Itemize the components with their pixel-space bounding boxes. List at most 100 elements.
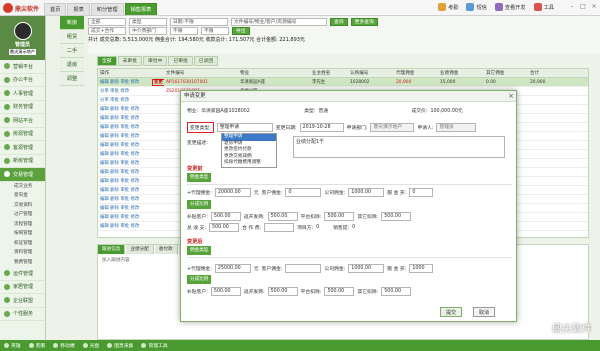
cell-op[interactable]: 编辑 删除 审批 修改 [98, 114, 150, 122]
after-other-fee[interactable]: 1000 [409, 264, 434, 273]
cell-flag[interactable] [150, 186, 164, 194]
subnav-refund[interactable]: 退房 [60, 58, 84, 72]
cell-flag[interactable] [150, 159, 164, 167]
tab-payments[interactable]: 收付款 [154, 245, 178, 254]
before-total[interactable]: 500.00 [209, 223, 240, 232]
date-select[interactable]: 日期:不限 [170, 18, 228, 26]
cell-flag[interactable] [150, 213, 164, 221]
before-coop[interactable] [264, 223, 295, 232]
sidebar-item-custom[interactable]: 个性服务 [0, 308, 45, 321]
sidebar-item-clients[interactable]: 客源管理 [0, 141, 45, 155]
after-company-fee[interactable]: 1000.00 [348, 264, 385, 273]
cell-op[interactable]: 编辑 删除 审批 修改 [98, 222, 150, 230]
sidebar-sub-tax[interactable]: 税费管理 [0, 258, 45, 268]
cell-flag[interactable] [150, 195, 164, 203]
close-icon[interactable]: × [590, 3, 598, 11]
cell-op[interactable]: 编辑 删除 审批 修改 [98, 213, 150, 221]
cell-flag[interactable] [150, 141, 164, 149]
sidebar-sub-files[interactable]: 资料管理 [0, 248, 45, 258]
status-disc[interactable]: 光盘 [82, 342, 99, 349]
dev-button[interactable]: 查看开发 [494, 3, 526, 11]
sidebar-item-trade[interactable]: 交易管理 [0, 168, 45, 182]
desc-textarea[interactable]: 业绩分配1千 [293, 136, 505, 158]
before-other-deduct[interactable]: 500.00 [381, 212, 412, 221]
cell-op[interactable]: 编辑 删除 审批 修改 [98, 105, 150, 113]
sidebar-item-home[interactable]: 家居管理 [0, 281, 45, 294]
tools-button[interactable]: 工具 [533, 3, 554, 11]
filter-b-select[interactable]: 不限 [201, 27, 229, 35]
more-search-button[interactable]: 更多查询 [350, 18, 378, 26]
sidebar-sub-deposit[interactable]: 意向金 [0, 191, 45, 201]
change-date-input[interactable]: 2019-10-28 [299, 123, 344, 132]
before-split-button[interactable]: 分成比例 [187, 200, 212, 209]
status-collect[interactable]: 图灵采集 [107, 342, 133, 349]
dept-select[interactable]: 中介费部门 [129, 27, 167, 35]
status-service[interactable]: 客服 [28, 342, 45, 349]
cell-flag[interactable] [150, 96, 164, 104]
sidebar-sub-mortgage[interactable]: 按揭管理 [0, 229, 45, 239]
person-input[interactable]: 管理员 [436, 123, 477, 132]
sidebar-item-alliance[interactable]: 企业联盟 [0, 294, 45, 308]
sms-button[interactable]: 短信 [466, 3, 487, 11]
tab-home[interactable]: 首页 [44, 3, 67, 15]
sidebar-item-newhome[interactable]: 新房管理 [0, 155, 45, 168]
dialog-close-icon[interactable]: × [508, 92, 514, 100]
cell-op[interactable]: 编辑 删除 审批 修改 [98, 78, 150, 86]
subnav-adjust[interactable]: 调整 [60, 72, 84, 86]
status-hero[interactable]: 英雄 [4, 342, 21, 349]
export-button[interactable]: 导出 [232, 27, 250, 35]
minimize-icon[interactable]: – [568, 3, 576, 11]
cell-op[interactable]: 编辑 删除 审批 修改 [98, 204, 150, 212]
submit-button[interactable]: 提交 [440, 307, 463, 317]
change-type-select[interactable]: 整理申请 [216, 123, 273, 132]
cancel-button[interactable]: 取消 [473, 307, 496, 317]
after-rebate[interactable]: 500.00 [267, 287, 298, 296]
sidebar-item-marketing[interactable]: 营销平台 [0, 60, 45, 74]
cell-op[interactable]: 编辑 删除 审批 修改 [98, 123, 150, 131]
before-client-fee[interactable]: 0 [285, 188, 322, 197]
cell-flag[interactable] [150, 150, 164, 158]
tab-rejected[interactable]: 已驳回 [193, 56, 219, 66]
after-other-deduct[interactable]: 500.00 [381, 287, 412, 296]
before-other-fee[interactable]: 0 [409, 188, 434, 197]
after-agent-fee[interactable]: 25000.00 [214, 264, 251, 273]
type-select[interactable]: 类型 [129, 18, 167, 26]
cell-op[interactable]: 编辑 删除 审批 修改 [98, 195, 150, 203]
subnav-lease[interactable]: 租赁 [60, 30, 84, 44]
deal-type-select[interactable]: 成交+合作 [88, 27, 126, 35]
tab-points[interactable]: 积分管理 [90, 3, 124, 15]
tab-pending[interactable]: 未审批 [117, 56, 143, 66]
tab-reports[interactable]: 报表 [67, 3, 90, 15]
sidebar-item-hr[interactable]: 人事管理 [0, 87, 45, 101]
tab-all[interactable]: 全部 [97, 56, 117, 66]
followup-add[interactable]: 加入跟进内容 [102, 257, 130, 263]
cell-op[interactable]: 编辑 删除 审批 修改 [98, 141, 150, 149]
sidebar-item-website[interactable]: 网站平台 [0, 114, 45, 128]
avatar[interactable] [13, 21, 32, 40]
cell-flag[interactable] [150, 132, 164, 140]
subnav-resale[interactable]: 二手 [60, 44, 84, 58]
subnav-new[interactable]: 新房 [60, 16, 84, 30]
after-subsidy[interactable]: 500.00 [210, 287, 241, 296]
cell-op[interactable]: 编辑 删除 审批 修改 [98, 159, 150, 167]
cell-flag[interactable] [150, 87, 164, 95]
before-rebate[interactable]: 500.00 [267, 212, 298, 221]
dept-input[interactable]: 鼎尖演示地产 [370, 123, 415, 132]
before-fee-type-button[interactable]: 佣金类型 [187, 173, 212, 182]
option-deduct[interactable]: 扣除代缴费用调整 [222, 160, 276, 167]
cell-flag[interactable]: 变更 [150, 78, 164, 86]
sidebar-item-finance[interactable]: 财务管理 [0, 101, 45, 114]
tab-followup[interactable]: 跟进信息 [98, 245, 126, 254]
sidebar-sub-docs[interactable]: 交易资料 [0, 201, 45, 211]
sidebar-item-listings[interactable]: 房源管理 [0, 128, 45, 141]
maximize-icon[interactable]: □ [579, 3, 587, 11]
table-row[interactable]: 编辑 删除 审批 修改 变更 AP1617030107001 华清家园A座 李先生 102… [98, 78, 588, 87]
search-button[interactable]: 查询 [330, 18, 348, 26]
cell-flag[interactable] [150, 168, 164, 176]
cell-op[interactable]: 编辑 删除 审批 修改 [98, 150, 150, 158]
before-platform[interactable]: 500.00 [324, 212, 355, 221]
after-platform[interactable]: 500.00 [324, 287, 355, 296]
cell-flag[interactable] [150, 123, 164, 131]
cell-op[interactable]: 编辑 删除 审批 修改 [98, 168, 150, 176]
after-fee-type-button[interactable]: 佣金类型 [187, 246, 212, 255]
